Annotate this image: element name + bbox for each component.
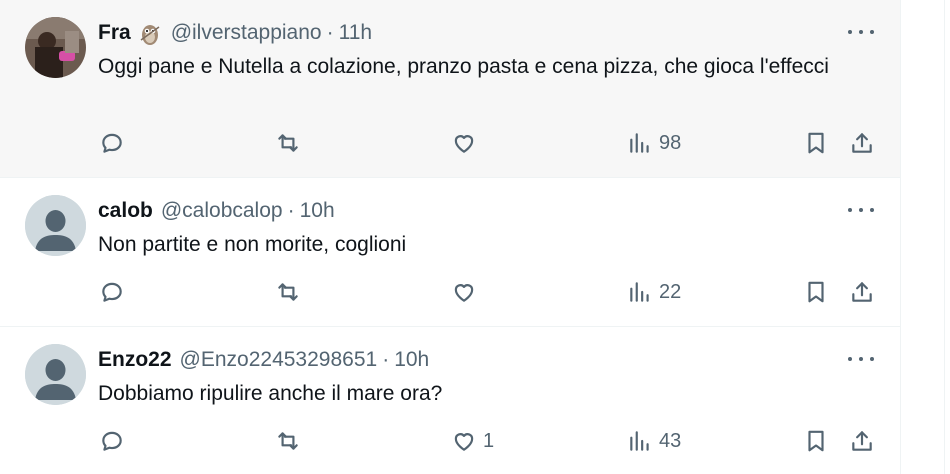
avatar[interactable]	[25, 17, 86, 78]
views-button[interactable]: 22	[627, 277, 681, 307]
user-handle[interactable]: @ilverstappiano	[171, 21, 322, 45]
user-handle[interactable]: @calobcalop	[161, 199, 283, 223]
bookmark-icon	[808, 281, 824, 303]
views-icon	[630, 282, 649, 302]
tweet-actions: 22	[0, 277, 900, 307]
tweet-text: Dobbiamo ripulire anche il mare ora?	[98, 382, 443, 405]
views-count: 22	[659, 280, 682, 303]
reply-button[interactable]	[99, 426, 131, 456]
tweet[interactable]: calob @calobcalop · 10h Non partite e no…	[0, 178, 900, 327]
views-button[interactable]: 98	[627, 128, 681, 158]
views-count: 98	[659, 131, 682, 154]
repost-button[interactable]	[275, 277, 307, 307]
views-button[interactable]: 43	[627, 426, 681, 456]
bookmark-icon	[808, 132, 824, 154]
tweet-text: Non partite e non morite, coglioni	[98, 233, 407, 256]
bookmark-button[interactable]	[803, 426, 829, 456]
more-icon[interactable]	[846, 349, 876, 369]
timestamp[interactable]: 10h	[394, 348, 429, 372]
bookmark-button[interactable]	[803, 128, 829, 158]
share-button[interactable]	[849, 426, 875, 456]
more-icon[interactable]	[846, 22, 876, 42]
like-button[interactable]	[451, 277, 483, 307]
share-icon	[852, 133, 872, 153]
timestamp[interactable]: 10h	[300, 199, 335, 223]
more-icon[interactable]	[846, 200, 876, 220]
repost-button[interactable]	[275, 426, 307, 456]
repost-icon	[278, 283, 298, 301]
reply-button[interactable]	[99, 277, 131, 307]
tweet[interactable]: Enzo22 @Enzo22453298651 · 10h Dobbiamo r…	[0, 327, 900, 474]
views-icon	[630, 133, 649, 153]
avatar[interactable]	[25, 344, 86, 405]
tweet-header: Fra @ilverstappiano · 11h	[98, 20, 372, 46]
display-name[interactable]: Fra	[98, 21, 131, 45]
column-divider	[900, 0, 901, 474]
timestamp[interactable]: 11h	[339, 21, 372, 45]
column-divider	[944, 0, 945, 474]
reply-icon	[102, 282, 122, 302]
share-icon	[852, 282, 872, 302]
tweet-header: calob @calobcalop · 10h	[98, 198, 335, 224]
share-button[interactable]	[849, 128, 875, 158]
bookmark-icon	[808, 430, 824, 452]
repost-button[interactable]	[275, 128, 307, 158]
reply-feed: Fra @ilverstappiano · 11h Oggi pane e Nu…	[0, 0, 900, 474]
views-icon	[630, 431, 649, 451]
tweet-header: Enzo22 @Enzo22453298651 · 10h	[98, 347, 429, 373]
reply-icon	[102, 133, 122, 153]
reply-button[interactable]	[99, 128, 131, 158]
owl-emoji-icon	[137, 20, 163, 46]
tweet-actions: 98	[0, 128, 900, 158]
user-handle[interactable]: @Enzo22453298651	[180, 348, 378, 372]
repost-icon	[278, 134, 298, 152]
tweet[interactable]: Fra @ilverstappiano · 11h Oggi pane e Nu…	[0, 0, 900, 178]
bookmark-button[interactable]	[803, 277, 829, 307]
tweet-actions: 1 43	[0, 426, 900, 456]
repost-icon	[278, 432, 298, 450]
tweet-text: Oggi pane e Nutella a colazione, pranzo …	[98, 55, 829, 78]
heart-icon	[454, 284, 474, 302]
separator: ·	[326, 21, 334, 44]
reply-icon	[102, 431, 122, 451]
like-count: 1	[483, 429, 495, 452]
avatar[interactable]	[25, 195, 86, 256]
views-count: 43	[659, 429, 682, 452]
separator: ·	[382, 348, 390, 371]
share-icon	[852, 431, 872, 451]
like-button[interactable]	[451, 128, 483, 158]
share-button[interactable]	[849, 277, 875, 307]
like-button[interactable]: 1	[451, 426, 494, 456]
heart-icon	[454, 135, 474, 153]
heart-icon	[454, 433, 474, 451]
display-name[interactable]: Enzo22	[98, 348, 172, 372]
display-name[interactable]: calob	[98, 199, 153, 223]
separator: ·	[287, 199, 295, 222]
